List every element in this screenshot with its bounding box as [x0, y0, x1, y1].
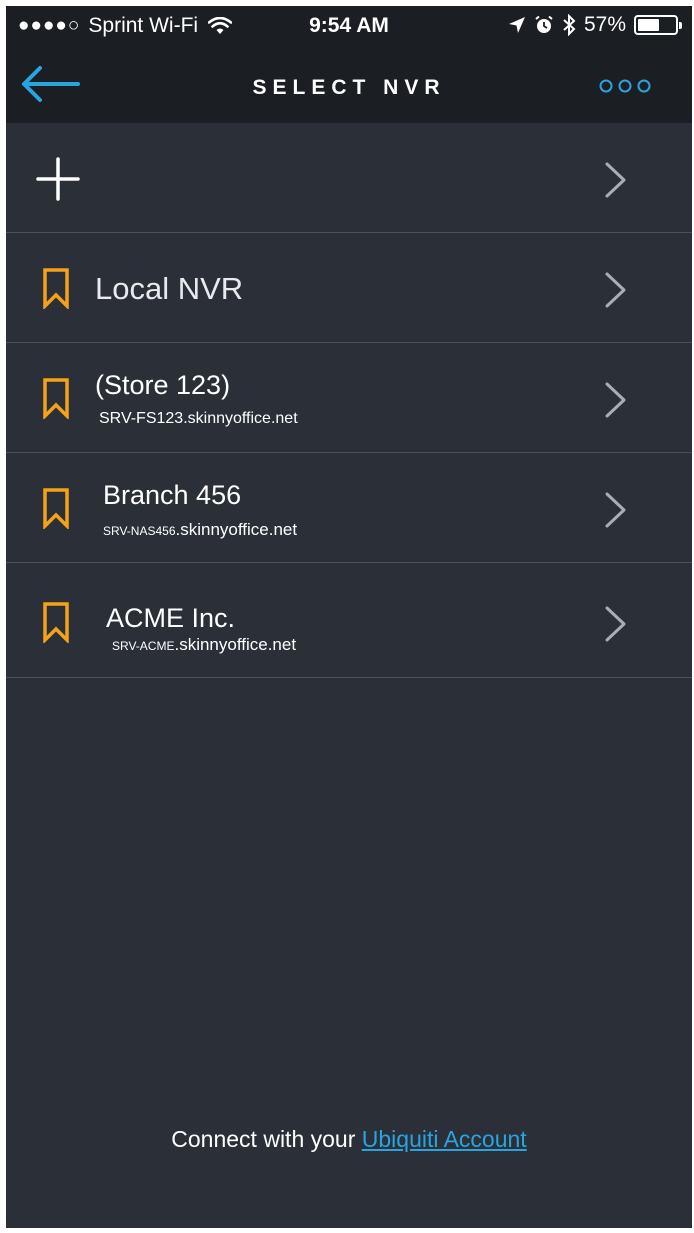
chevron-right-icon [605, 492, 626, 528]
nvr-name: ACME Inc. [106, 603, 236, 633]
add-nvr-row[interactable] [6, 123, 692, 233]
nvr-list: Local NVR (Store 123) SRV-FS123.skinnyof… [6, 123, 692, 678]
chevron-right-icon [605, 272, 626, 308]
nvr-name: (Store 123) [95, 370, 231, 400]
host-suffix: .skinnyoffice.net [174, 635, 297, 654]
status-bar: ●●●●○ Sprint Wi-Fi 9:54 AM 57% [6, 6, 692, 46]
battery-percent: 57% [583, 13, 626, 36]
host-suffix: .skinnyoffice.net [183, 410, 298, 427]
host-prefix: SRV-FS123 [99, 410, 184, 427]
location-icon [508, 17, 525, 33]
signal-strength: ●●●●○ [18, 15, 81, 36]
battery-icon [634, 15, 682, 35]
nvr-name: Local NVR [95, 271, 244, 306]
host-prefix: SRV-NAS456 [103, 524, 176, 538]
chevron-right-icon [605, 606, 626, 642]
chevron-right-icon [605, 382, 626, 418]
chevron-right-icon [605, 162, 626, 198]
more-button[interactable] [598, 74, 652, 98]
host-suffix: .skinnyoffice.net [175, 520, 298, 539]
bluetooth-icon [563, 14, 576, 36]
nvr-row-store[interactable]: (Store 123) SRV-FS123.skinnyoffice.net [6, 343, 692, 453]
ubiquiti-account-link[interactable]: Ubiquiti Account [362, 1126, 527, 1152]
bookmark-icon [43, 378, 69, 419]
alarm-icon [535, 15, 553, 33]
page-title: SELECT NVR [252, 76, 446, 99]
nvr-row-local[interactable]: Local NVR [6, 233, 692, 343]
status-right: 57% [508, 13, 682, 37]
nav-bar: SELECT NVR [6, 46, 692, 123]
nvr-row-acme[interactable]: ACME Inc. SRV-ACME.skinnyoffice.net [6, 563, 692, 678]
connect-account-text: Connect with your Ubiquiti Account [6, 1126, 692, 1153]
plus-icon [36, 157, 80, 201]
nvr-host: SRV-FS123.skinnyoffice.net [99, 410, 298, 428]
bookmark-icon [43, 268, 69, 309]
status-left: ●●●●○ Sprint Wi-Fi [18, 14, 233, 38]
more-icon [599, 79, 651, 93]
battery-fill [638, 19, 659, 31]
connect-label: Connect with your [171, 1126, 362, 1152]
bookmark-icon [43, 602, 69, 643]
nvr-name: Branch 456 [103, 480, 242, 510]
nvr-row-branch[interactable]: Branch 456 SRV-NAS456.skinnyoffice.net [6, 453, 692, 563]
wifi-icon [208, 17, 233, 34]
nvr-host: SRV-ACME.skinnyoffice.net [112, 635, 296, 655]
host-prefix: SRV-ACME [112, 639, 175, 653]
carrier-name: Sprint Wi-Fi [88, 14, 199, 37]
bookmark-icon [43, 488, 69, 529]
nvr-host: SRV-NAS456.skinnyoffice.net [103, 520, 297, 540]
app-screen: ●●●●○ Sprint Wi-Fi 9:54 AM 57% SELECT NV… [6, 6, 692, 1228]
